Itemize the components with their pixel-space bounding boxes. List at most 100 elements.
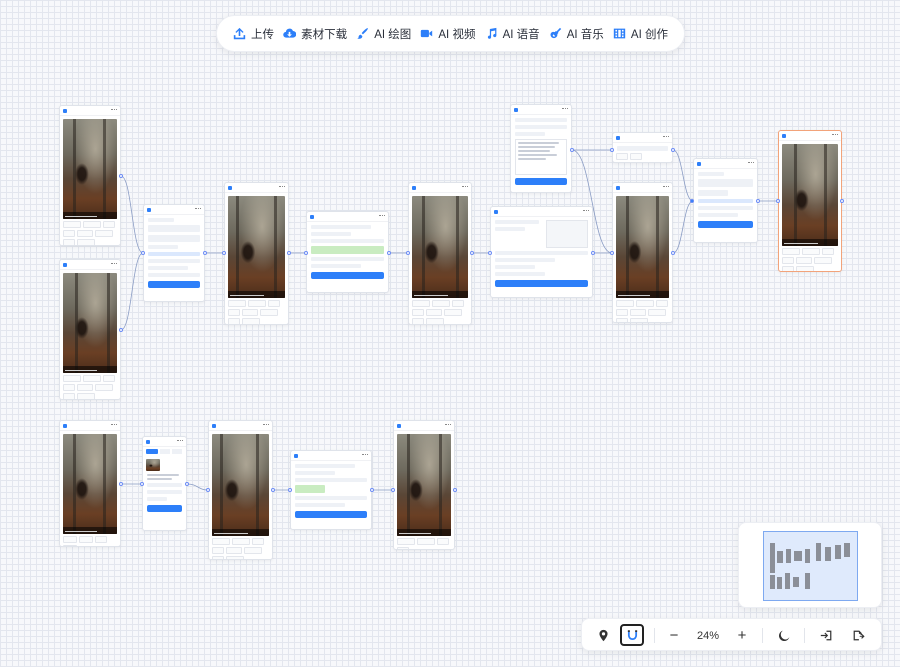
output-port[interactable] [203, 251, 207, 255]
generate-button[interactable] [515, 178, 567, 185]
more-icon[interactable] [111, 263, 117, 266]
video-node[interactable] [224, 182, 289, 325]
option-row[interactable] [295, 503, 345, 507]
output-port[interactable] [119, 174, 123, 178]
start-button[interactable] [698, 221, 753, 228]
input-port[interactable] [206, 488, 210, 492]
option-row[interactable] [698, 213, 738, 217]
more-icon[interactable] [263, 424, 269, 427]
video-node[interactable] [393, 420, 455, 550]
option-row[interactable] [515, 118, 567, 122]
clip-item[interactable] [148, 235, 200, 242]
minimap[interactable] [738, 522, 882, 608]
output-port[interactable] [671, 148, 675, 152]
output-port[interactable] [271, 488, 275, 492]
option-row[interactable] [311, 225, 371, 229]
more-icon[interactable] [748, 162, 754, 165]
output-port[interactable] [287, 251, 291, 255]
start-button[interactable] [495, 280, 588, 287]
zoom-in-button[interactable]: + [730, 619, 754, 652]
input-port[interactable] [610, 148, 614, 152]
option-row[interactable] [311, 257, 384, 261]
merge-node[interactable] [143, 204, 205, 302]
clip-item[interactable] [698, 190, 728, 196]
option-row[interactable] [148, 259, 200, 263]
export-button[interactable] [846, 619, 870, 652]
output-port[interactable] [387, 251, 391, 255]
node-header[interactable] [613, 133, 672, 143]
option-row[interactable] [495, 272, 545, 276]
more-icon[interactable] [111, 424, 117, 427]
output-port[interactable] [453, 488, 457, 492]
video-node[interactable] [408, 182, 472, 325]
option-row[interactable] [295, 464, 355, 468]
more-icon[interactable] [111, 109, 117, 112]
output-port[interactable] [570, 148, 574, 152]
option-row[interactable] [698, 199, 753, 203]
node-header[interactable] [225, 183, 288, 193]
timeline-track[interactable] [295, 485, 325, 493]
node-header[interactable] [394, 421, 454, 431]
node-header[interactable] [144, 205, 204, 215]
generate-button[interactable] [147, 505, 182, 512]
node-header[interactable] [60, 421, 120, 431]
option-row[interactable] [311, 239, 384, 243]
ai-drawing-button[interactable]: AI 绘图 [356, 26, 411, 42]
option-row[interactable] [495, 227, 525, 231]
input-port[interactable] [488, 251, 492, 255]
snap-toggle[interactable] [620, 624, 644, 646]
input-port[interactable] [610, 251, 614, 255]
node-header[interactable] [307, 212, 388, 222]
node-header[interactable] [143, 437, 186, 447]
ai-video-button[interactable]: AI 视频 [420, 26, 475, 42]
reference-image[interactable] [146, 459, 160, 471]
video-preview[interactable] [412, 196, 468, 298]
node-header[interactable] [491, 207, 592, 217]
option-row[interactable] [495, 251, 588, 255]
video-node[interactable] [59, 259, 121, 400]
ai-voice-button[interactable]: AI 语音 [485, 26, 540, 42]
node-header[interactable] [291, 451, 371, 461]
node-header[interactable] [613, 183, 672, 193]
input-port[interactable] [391, 488, 395, 492]
output-port[interactable] [756, 199, 760, 203]
option-row[interactable] [495, 258, 555, 262]
video-preview[interactable] [63, 273, 117, 373]
ai-music-button[interactable]: AI 音乐 [549, 26, 604, 42]
option-row[interactable] [148, 252, 200, 256]
node-header[interactable] [694, 159, 757, 169]
video-preview[interactable] [782, 144, 838, 246]
ai-image-node[interactable] [142, 436, 187, 531]
node-header[interactable] [60, 260, 120, 270]
input-port[interactable] [690, 199, 694, 203]
edit-node[interactable] [306, 211, 389, 293]
minimap-viewport[interactable] [763, 531, 858, 601]
import-button[interactable] [814, 619, 838, 652]
output-port[interactable] [671, 251, 675, 255]
asset-download-button[interactable]: 素材下载 [283, 26, 347, 42]
video-node[interactable] [59, 105, 121, 246]
option-row[interactable] [147, 483, 182, 487]
input-port[interactable] [304, 251, 308, 255]
start-button[interactable] [295, 511, 367, 518]
option-row[interactable] [515, 132, 545, 136]
option-row[interactable] [495, 220, 539, 224]
node-header[interactable] [409, 183, 471, 193]
zoom-out-button[interactable]: − [662, 619, 686, 652]
video-node[interactable] [208, 420, 273, 560]
start-button[interactable] [311, 272, 384, 279]
option-row[interactable] [147, 497, 167, 501]
more-icon[interactable] [177, 440, 183, 443]
option-row[interactable] [311, 232, 351, 236]
more-icon[interactable] [379, 215, 385, 218]
node-header[interactable] [511, 105, 571, 115]
input-port[interactable] [406, 251, 410, 255]
clip-item[interactable] [148, 225, 200, 232]
theme-toggle[interactable] [772, 619, 796, 652]
video-preview[interactable] [228, 196, 285, 298]
more-icon[interactable] [195, 208, 201, 211]
option-row[interactable] [147, 490, 182, 494]
node-header[interactable] [209, 421, 272, 431]
option-row[interactable] [148, 266, 188, 270]
video-preview[interactable] [63, 119, 117, 219]
